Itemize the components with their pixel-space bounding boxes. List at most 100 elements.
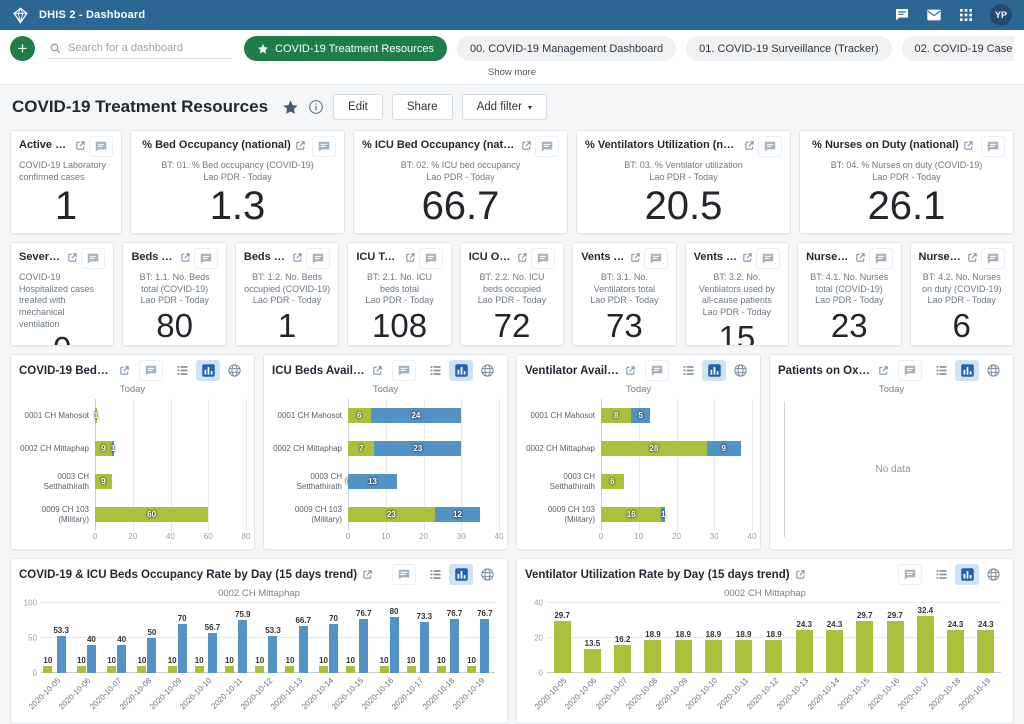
open-item-icon[interactable] bbox=[67, 252, 78, 263]
open-item-icon[interactable] bbox=[742, 252, 753, 263]
share-button[interactable]: Share bbox=[392, 94, 453, 120]
interpretations-icon[interactable] bbox=[535, 136, 559, 157]
chart-view-icon[interactable] bbox=[702, 360, 726, 381]
dashboard-chip[interactable]: 02. COVID-19 Case Mapping (Tracker) bbox=[902, 36, 1015, 61]
chart-card-title-text: COVID-19 & ICU Beds Occupancy Rate by Da… bbox=[19, 569, 357, 581]
interpretations-icon[interactable] bbox=[81, 248, 105, 269]
visualization-switch bbox=[170, 360, 246, 381]
dashboards-bar: + COVID-19 Treatment Resources 00. COVID-… bbox=[0, 30, 1024, 85]
interpretations-icon[interactable] bbox=[139, 360, 163, 381]
new-dashboard-button[interactable]: + bbox=[10, 36, 35, 61]
interpretations-icon[interactable] bbox=[981, 248, 1005, 269]
mail-icon[interactable] bbox=[926, 7, 942, 23]
table-view-icon[interactable] bbox=[929, 564, 953, 585]
open-item-icon[interactable] bbox=[630, 252, 641, 263]
interpretations-icon[interactable] bbox=[894, 7, 910, 23]
dhis2-logo-icon[interactable] bbox=[12, 7, 29, 24]
dashboard-search[interactable] bbox=[47, 39, 232, 59]
interpretations-icon[interactable] bbox=[645, 360, 669, 381]
open-item-icon[interactable] bbox=[795, 569, 806, 580]
chart-card-title: ICU Beds Availability by Hos... bbox=[272, 365, 383, 377]
open-item-icon[interactable] bbox=[295, 140, 306, 151]
add-filter-button[interactable]: Add filter▾ bbox=[462, 94, 547, 120]
open-item-icon[interactable] bbox=[521, 140, 532, 151]
interpretations-icon[interactable] bbox=[419, 248, 443, 269]
open-item-icon[interactable] bbox=[967, 252, 978, 263]
info-icon[interactable] bbox=[308, 99, 324, 115]
dashboard-chip[interactable]: COVID-19 Treatment Resources bbox=[244, 36, 447, 61]
interpretations-icon[interactable] bbox=[531, 248, 555, 269]
bar-ventilator-utilization-rate bbox=[887, 621, 904, 673]
map-view-icon[interactable] bbox=[981, 564, 1005, 585]
open-item-icon[interactable] bbox=[855, 252, 866, 263]
value-card-number: 1.3 bbox=[139, 183, 336, 229]
open-item-icon[interactable] bbox=[119, 365, 130, 376]
interpretations-icon[interactable] bbox=[756, 248, 780, 269]
dashboard-chip[interactable]: 01. COVID-19 Surveillance (Tracker) bbox=[686, 36, 891, 61]
value-card-subtitle: BT: 04. % Nurses on duty (COVID-19)Lao P… bbox=[808, 160, 1005, 183]
value-card-title-text: ICU Occu... bbox=[469, 251, 513, 263]
star-icon[interactable] bbox=[282, 99, 299, 116]
chart-view-icon[interactable] bbox=[449, 360, 473, 381]
apps-icon[interactable] bbox=[958, 7, 974, 23]
table-view-icon[interactable] bbox=[423, 564, 447, 585]
bar-segment-beds-available: 1 bbox=[95, 408, 97, 423]
open-item-icon[interactable] bbox=[963, 140, 974, 151]
chart-view-icon[interactable] bbox=[955, 564, 979, 585]
gridline bbox=[499, 399, 500, 531]
map-view-icon[interactable] bbox=[475, 360, 499, 381]
interpretations-icon[interactable] bbox=[758, 136, 782, 157]
chart-card-actions bbox=[895, 360, 1005, 381]
interpretations-icon[interactable] bbox=[898, 360, 922, 381]
bar-segment-icu-occupied: 24 bbox=[371, 408, 462, 423]
open-item-icon[interactable] bbox=[75, 140, 86, 151]
interpretations-icon[interactable] bbox=[194, 248, 218, 269]
open-item-icon[interactable] bbox=[878, 365, 889, 376]
bar-column: 10 bbox=[137, 603, 146, 673]
interpretations-icon[interactable] bbox=[306, 248, 330, 269]
chart-view-icon[interactable] bbox=[196, 360, 220, 381]
table-view-icon[interactable] bbox=[170, 360, 194, 381]
open-item-icon[interactable] bbox=[625, 365, 636, 376]
open-item-icon[interactable] bbox=[180, 252, 191, 263]
value-card-title: Beds Occupie... bbox=[244, 248, 303, 263]
category-label: 2020-10-14 bbox=[300, 676, 335, 711]
map-view-icon[interactable] bbox=[728, 360, 752, 381]
chart-view-icon[interactable] bbox=[449, 564, 473, 585]
value-card-header: Vents in ... bbox=[694, 248, 780, 269]
interpretations-icon[interactable] bbox=[644, 248, 668, 269]
open-item-icon[interactable] bbox=[517, 252, 528, 263]
value-card-subtitle: COVID-19 Hospitalized cases treated with… bbox=[19, 272, 105, 330]
dashboard-chip[interactable]: 00. COVID-19 Management Dashboard bbox=[457, 36, 676, 61]
bar-group: 1076.7 bbox=[344, 603, 374, 673]
map-view-icon[interactable] bbox=[981, 360, 1005, 381]
map-view-icon[interactable] bbox=[222, 360, 246, 381]
table-view-icon[interactable] bbox=[423, 360, 447, 381]
open-item-icon[interactable] bbox=[405, 252, 416, 263]
interpretations-icon[interactable] bbox=[869, 248, 893, 269]
table-view-icon[interactable] bbox=[929, 360, 953, 381]
interpretations-icon[interactable] bbox=[89, 136, 113, 157]
open-item-icon[interactable] bbox=[744, 140, 755, 151]
interpretations-icon[interactable] bbox=[312, 136, 336, 157]
value-card-subtitle-line: BT: 02. % ICU bed occupancy bbox=[362, 160, 559, 172]
chart-card: Ventilator Availability by ...Today0001 … bbox=[516, 354, 761, 550]
interpretations-icon[interactable] bbox=[898, 564, 922, 585]
open-item-icon[interactable] bbox=[372, 365, 383, 376]
interpretations-icon[interactable] bbox=[392, 360, 416, 381]
category-axis-labels: 0001 CH Mahosot0002 CH Mittaphap0003 CH … bbox=[272, 399, 348, 531]
interpretations-icon[interactable] bbox=[981, 136, 1005, 157]
user-avatar[interactable]: YP bbox=[990, 4, 1012, 26]
bar-icu-occupancy-rate bbox=[450, 619, 459, 673]
chart-view-icon[interactable] bbox=[955, 360, 979, 381]
edit-button[interactable]: Edit bbox=[333, 94, 383, 120]
table-view-icon[interactable] bbox=[676, 360, 700, 381]
map-view-icon[interactable] bbox=[475, 564, 499, 585]
open-item-icon[interactable] bbox=[292, 252, 303, 263]
bar-value-label: 9 bbox=[101, 477, 105, 486]
open-item-icon[interactable] bbox=[362, 569, 373, 580]
search-input[interactable] bbox=[68, 42, 230, 54]
bar-column: 18.9 bbox=[735, 603, 752, 673]
show-more-link[interactable]: Show more bbox=[10, 61, 1014, 84]
interpretations-icon[interactable] bbox=[392, 564, 416, 585]
